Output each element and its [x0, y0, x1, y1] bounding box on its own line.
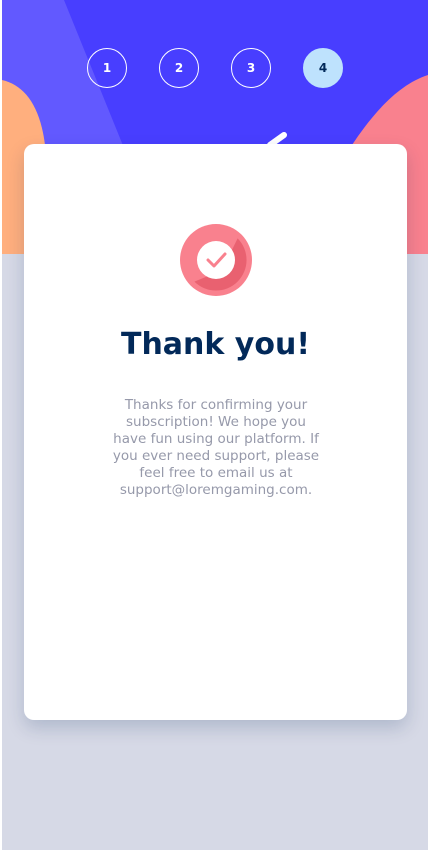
step-1-button[interactable]: 1: [87, 48, 127, 88]
step-4-button[interactable]: 4: [303, 48, 343, 88]
page: 1 2 3 4 Thank you! Thanks for confirming…: [2, 0, 428, 850]
confirmation-title: Thank you!: [120, 327, 311, 362]
step-3-button[interactable]: 3: [231, 48, 271, 88]
step-2-button[interactable]: 2: [159, 48, 199, 88]
step-indicator: 1 2 3 4: [2, 48, 428, 88]
confirmation-message: Thanks for confirming your subscription!…: [112, 397, 320, 498]
confirmation-card: Thank you! Thanks for confirming your su…: [24, 144, 407, 720]
checkmark-icon: [180, 224, 252, 296]
